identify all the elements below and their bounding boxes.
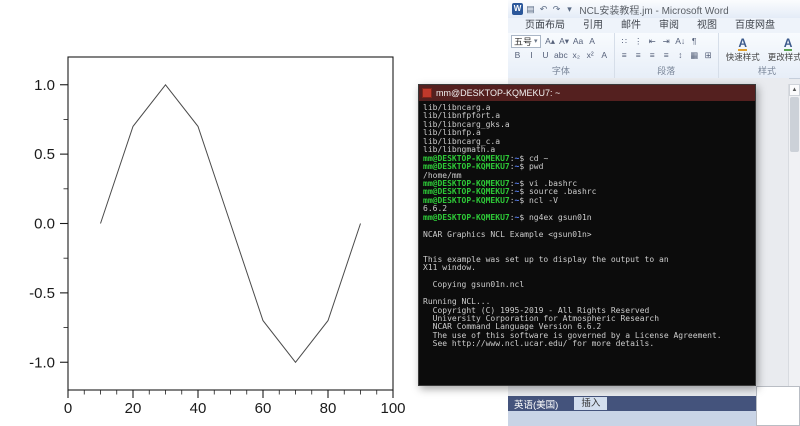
language-status[interactable]: 英语(美国)	[508, 397, 558, 411]
terminal-line: mm@DESKTOP-KQMEKU7:~$ pwd	[423, 163, 751, 171]
svg-text:20: 20	[125, 400, 142, 417]
svg-text:0.5: 0.5	[34, 146, 55, 163]
subscript-icon[interactable]: x₂	[570, 48, 583, 62]
terminal-line	[423, 239, 751, 247]
ribbon-tab[interactable]: 引用	[574, 18, 612, 33]
terminal-window: mm@DESKTOP-KQMEKU7: ~ lib/libncarg.alib/…	[418, 84, 756, 386]
svg-text:60: 60	[255, 400, 272, 417]
quick-access-toolbar: W▤↶↷▾	[508, 3, 575, 15]
terminal-line: NCAR Graphics NCL Example <gsun01n>	[423, 231, 751, 239]
align-left-icon[interactable]: ≡	[618, 48, 631, 62]
svg-text:1.0: 1.0	[34, 77, 55, 94]
group-label-paragraph: 段落	[615, 64, 718, 77]
svg-text:40: 40	[190, 400, 207, 417]
align-right-icon[interactable]: ≡	[646, 48, 659, 62]
bold-icon[interactable]: B	[511, 48, 524, 62]
borders-icon[interactable]: ⊞	[702, 48, 715, 62]
outdent-icon[interactable]: ⇤	[646, 34, 659, 48]
justify-icon[interactable]: ≡	[660, 48, 673, 62]
font-size-value: 五号	[514, 35, 532, 48]
ribbon-tab[interactable]: 邮件	[612, 18, 650, 33]
change-case-icon[interactable]: Aa	[572, 34, 585, 48]
ribbon-group-paragraph: ∷⋮⇤⇥A↓¶ ≡≡≡≡↕▦⊞ 段落	[615, 33, 719, 78]
svg-text:100: 100	[380, 400, 405, 417]
align-center-icon[interactable]: ≡	[632, 48, 645, 62]
svg-text:0: 0	[64, 400, 72, 417]
terminal-line: mm@DESKTOP-KQMEKU7:~$ ncl -V	[423, 197, 751, 205]
group-label-styles: 样式	[719, 64, 800, 77]
font-color-icon[interactable]: A	[598, 48, 611, 62]
screen: -1.0 -0.5 0.0 0.5 1.0 0 20 40 60 80 100 W▤↶↷▾ NCL安…	[0, 0, 800, 426]
styles-buttons: A快速样式A更改样式 ▾	[722, 34, 800, 65]
quick-styles-button[interactable]: A快速样式	[722, 34, 764, 65]
superscript-icon[interactable]: x²	[584, 48, 597, 62]
strikethrough-icon[interactable]: abc	[553, 48, 569, 62]
ribbon-tab[interactable]: 百度网盘	[726, 18, 784, 33]
terminal-line: mm@DESKTOP-KQMEKU7:~$ ng4ex gsun01n	[423, 214, 751, 222]
italic-icon[interactable]: I	[525, 48, 538, 62]
svg-text:-0.5: -0.5	[29, 285, 55, 302]
shrink-font-icon[interactable]: A▾	[558, 34, 571, 48]
word-logo-icon[interactable]: W	[512, 3, 523, 15]
terminal-line: X11 window.	[423, 264, 751, 272]
terminal-line: See http://www.ncl.ucar.edu/ for more de…	[423, 340, 751, 348]
bottom-right-panel	[756, 386, 800, 426]
underline-icon[interactable]: U	[539, 48, 552, 62]
ribbon-group-font: 五号 ▾ A▴A▾AaA BIUabcx₂x²A 字体	[508, 33, 615, 78]
svg-text:-1.0: -1.0	[29, 354, 55, 371]
undo-icon[interactable]: ↶	[538, 3, 549, 15]
svg-text:0.0: 0.0	[34, 216, 55, 233]
indent-icon[interactable]: ⇥	[660, 34, 673, 48]
qat-dropdown-icon[interactable]: ▾	[564, 3, 575, 15]
vertical-scrollbar[interactable]: ▲	[788, 84, 800, 396]
font-size-combo[interactable]: 五号 ▾	[511, 35, 541, 48]
ribbon-tab[interactable]: 视图	[688, 18, 726, 33]
shading-icon[interactable]: ▦	[688, 48, 701, 62]
scrollbar-thumb[interactable]	[790, 97, 799, 152]
number-list-icon[interactable]: ⋮	[632, 34, 645, 48]
clear-formatting-icon[interactable]: A	[586, 34, 599, 48]
bullet-list-icon[interactable]: ∷	[618, 34, 631, 48]
word-titlebar[interactable]: W▤↶↷▾ NCL安装教程.jm - Microsoft Word	[508, 0, 800, 19]
ribbon-tab[interactable]: 页面布局	[516, 18, 574, 33]
ribbon-tab[interactable]: 审阅	[650, 18, 688, 33]
chevron-down-icon: ▾	[534, 37, 538, 45]
insert-mode-status[interactable]: 插入	[574, 397, 607, 410]
redo-icon[interactable]: ↷	[551, 3, 562, 15]
pilcrow-icon[interactable]: ¶	[688, 34, 701, 48]
change-styles-button[interactable]: A更改样式 ▾	[764, 34, 800, 65]
ribbon-tab-row: 页面布局引用邮件审阅视图百度网盘	[508, 18, 800, 34]
line-spacing-icon[interactable]: ↕	[674, 48, 687, 62]
svg-text:80: 80	[320, 400, 337, 417]
terminal-body[interactable]: lib/libncarg.alib/libnfpfort.alib/libnca…	[419, 101, 755, 385]
terminal-title: mm@DESKTOP-KQMEKU7: ~	[436, 88, 560, 98]
change-styles-icon: A	[784, 37, 793, 51]
ribbon: 五号 ▾ A▴A▾AaA BIUabcx₂x²A 字体 ∷⋮⇤⇥A↓¶ ≡≡≡≡…	[508, 33, 800, 79]
terminal-titlebar[interactable]: mm@DESKTOP-KQMEKU7: ~	[419, 85, 755, 101]
ribbon-group-styles: A快速样式A更改样式 ▾ 样式	[719, 33, 800, 78]
terminal-icon	[422, 88, 432, 98]
group-label-font: 字体	[508, 64, 614, 77]
scroll-up-arrow-icon[interactable]: ▲	[789, 84, 800, 96]
grow-font-icon[interactable]: A▴	[544, 34, 557, 48]
terminal-line: Copying gsun01n.ncl	[423, 281, 751, 289]
save-icon[interactable]: ▤	[525, 3, 536, 15]
quick-styles-icon: A	[738, 37, 747, 51]
sort-icon[interactable]: A↓	[674, 34, 687, 48]
